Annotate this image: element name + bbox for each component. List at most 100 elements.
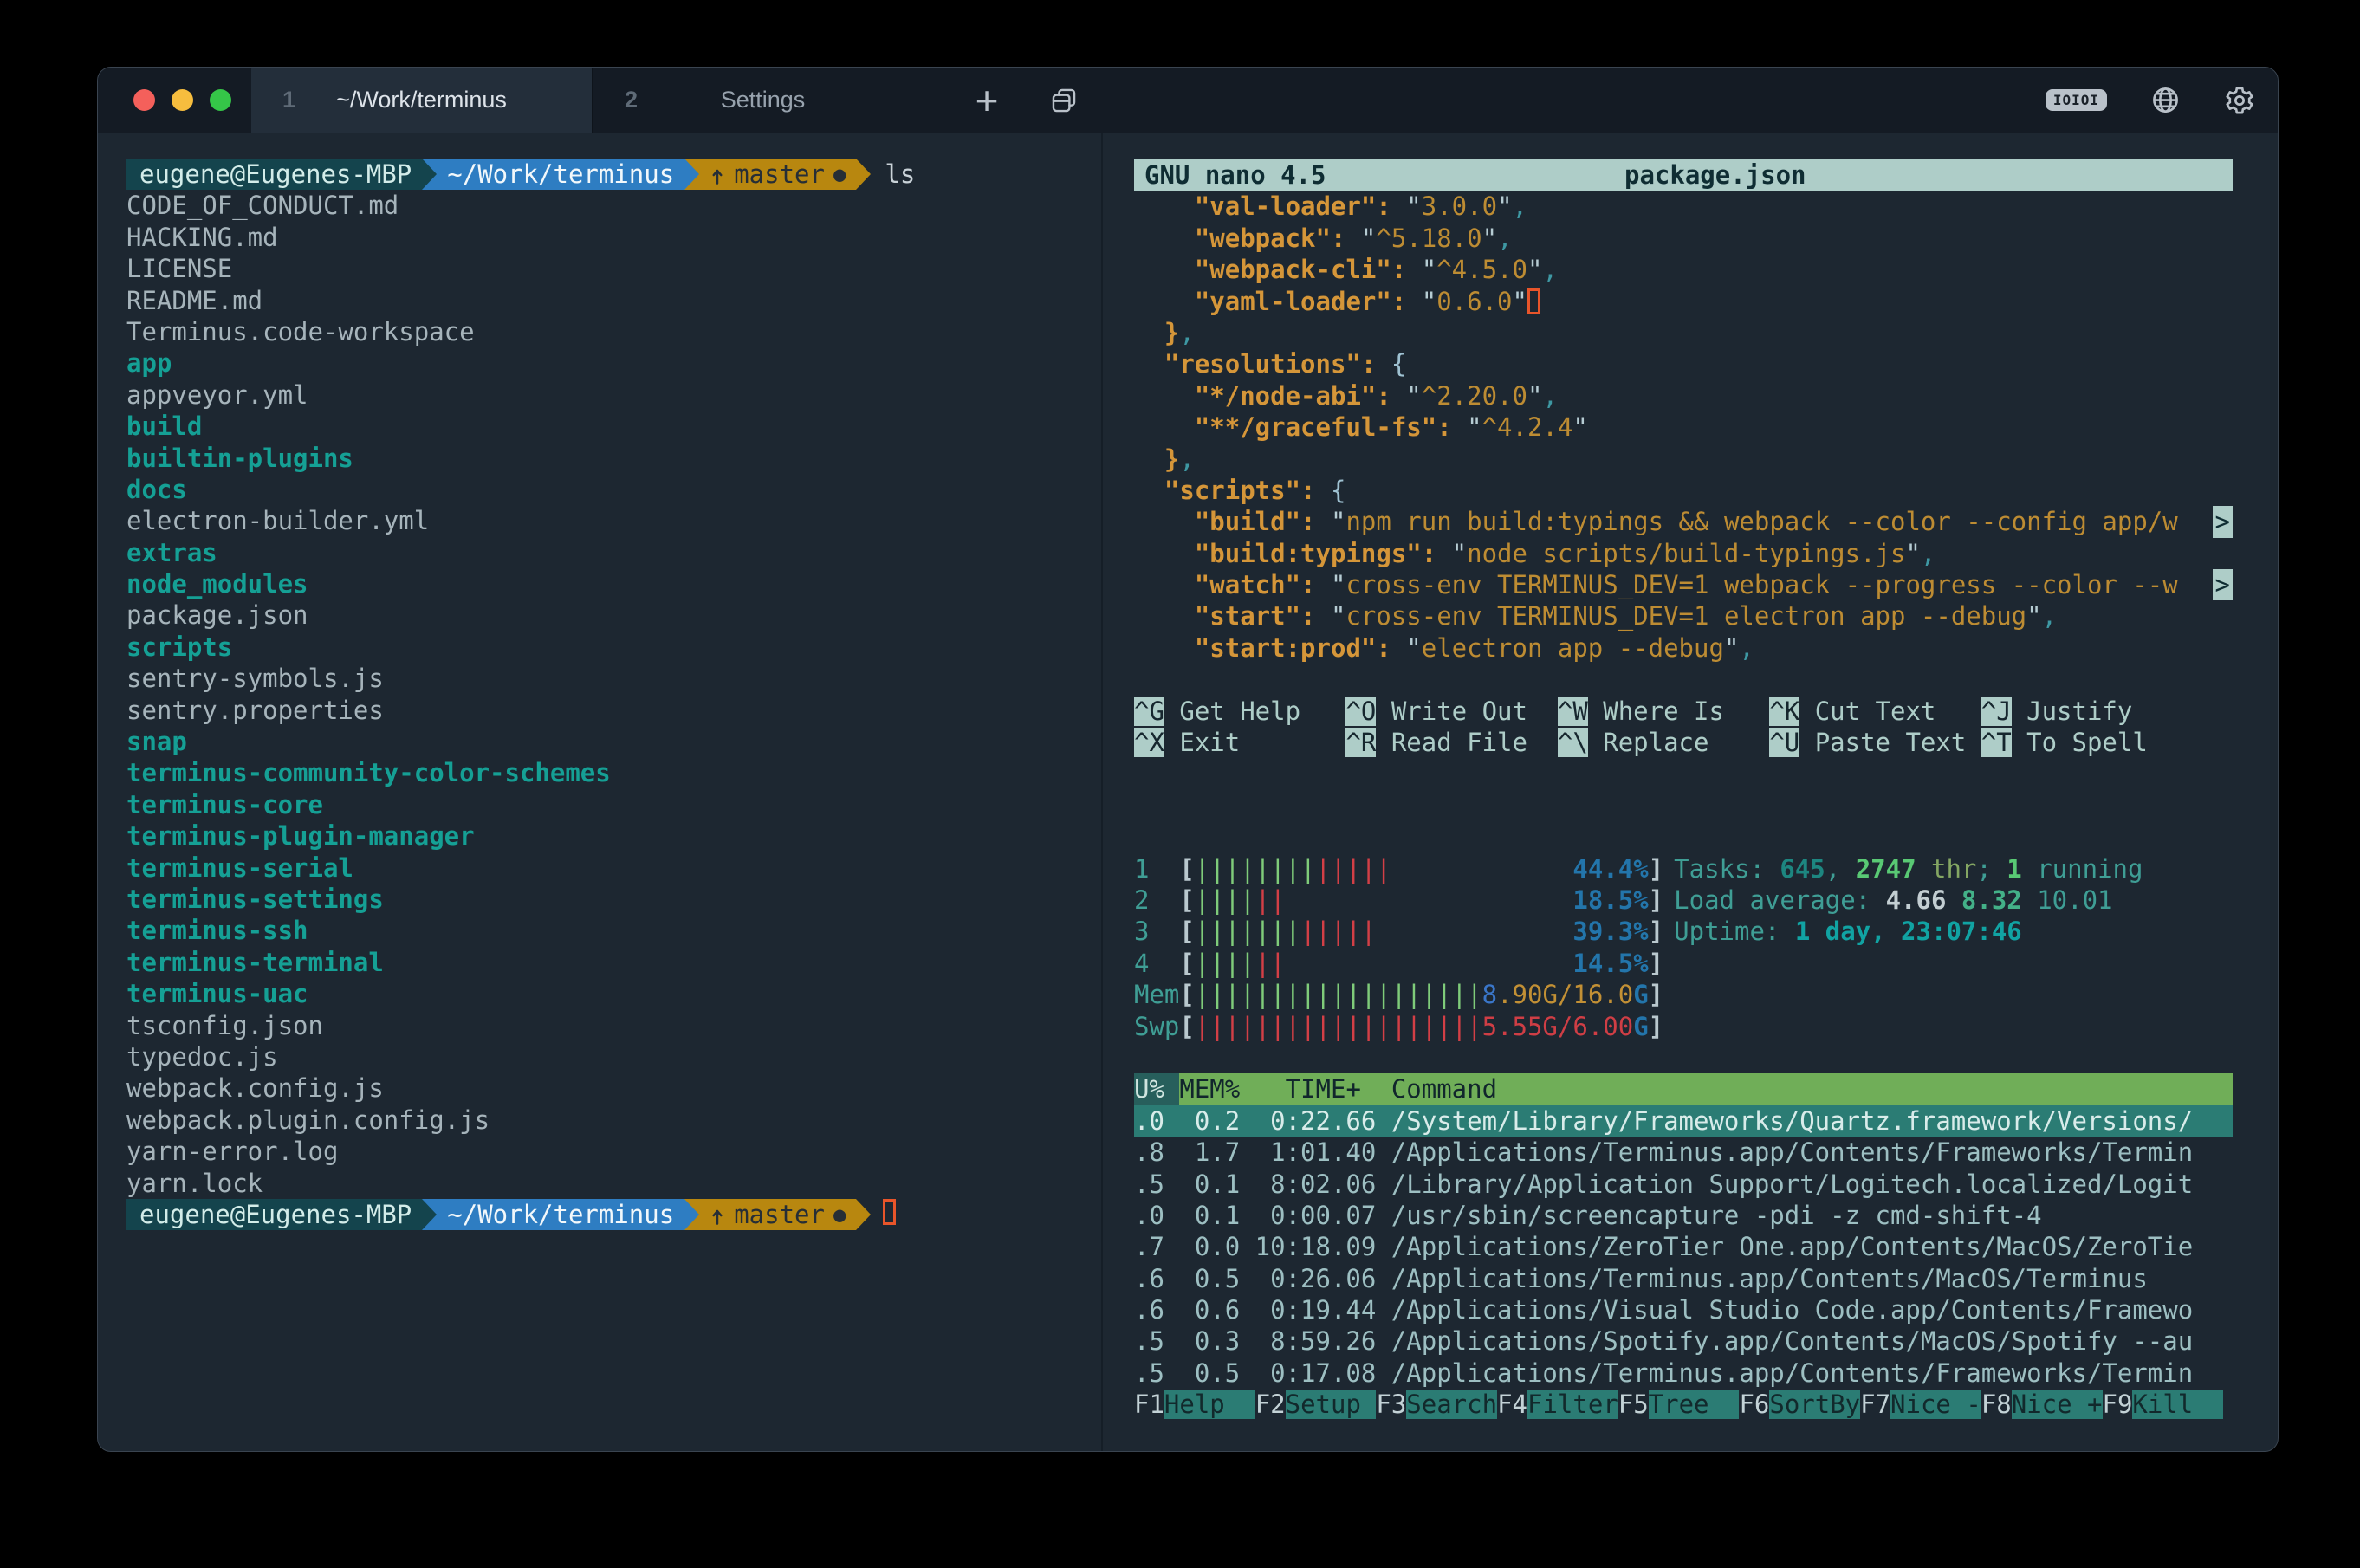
nano-code-line: }, bbox=[1134, 444, 2233, 475]
file-name: Terminus.code-workspace bbox=[126, 317, 475, 347]
nano-cursor bbox=[1527, 288, 1540, 314]
nano-code-line: "yaml-loader": "0.6.0" bbox=[1134, 286, 2233, 317]
fkey-action[interactable]: Help bbox=[1164, 1390, 1255, 1419]
fkey-action[interactable]: Setup bbox=[1286, 1390, 1377, 1419]
directory-name: snap bbox=[126, 727, 187, 756]
powerline-arrow-icon bbox=[422, 1199, 437, 1230]
fkey-number[interactable]: F1 bbox=[1134, 1390, 1164, 1419]
text-span: } bbox=[1134, 444, 1179, 474]
ls-entry: typedoc.js bbox=[126, 1041, 1101, 1072]
process-table-header[interactable]: U% MEM% TIME+ Command bbox=[1134, 1073, 2233, 1105]
fkey-number[interactable]: F6 bbox=[1739, 1390, 1769, 1419]
meter-label: 2 bbox=[1134, 885, 1179, 915]
swap-meter: Swp[|||||||||||||||||||5.55G/6.00G] bbox=[1134, 1011, 1663, 1042]
text-span: , bbox=[1825, 854, 1856, 884]
directory-name: builtin-plugins bbox=[126, 444, 353, 473]
directory-name: terminus-plugin-manager bbox=[126, 821, 475, 851]
prompt-path: ~/Work/terminus bbox=[437, 159, 684, 190]
shortcut-label: Exit bbox=[1164, 728, 1346, 757]
nano-shortcut-row: ^X Exit ^R Read File ^\ Replace ^U Paste… bbox=[1134, 727, 2233, 758]
text-span bbox=[1134, 255, 1195, 284]
process-row[interactable]: .7 0.0 10:18.09 /Applications/ZeroTier O… bbox=[1134, 1231, 2233, 1262]
fkey-number[interactable]: F7 bbox=[1860, 1390, 1890, 1419]
terminal-pane-right[interactable]: GNU nano 4.5package.json "val-loader": "… bbox=[1101, 133, 2278, 1451]
fkey-action[interactable]: Filter bbox=[1527, 1390, 1618, 1419]
text-span: ^5.18.0 bbox=[1376, 224, 1481, 253]
fkey-action[interactable]: Kill bbox=[2132, 1390, 2223, 1419]
tab-settings[interactable]: 2 Settings bbox=[592, 68, 932, 133]
file-name: README.md bbox=[126, 286, 263, 315]
fkey-number[interactable]: F4 bbox=[1497, 1390, 1527, 1419]
text-span: electron app --debug bbox=[1422, 633, 1724, 663]
meter-bracket: ] bbox=[1649, 885, 1663, 915]
shortcut-label: Where Is bbox=[1588, 697, 1770, 726]
text-span: " bbox=[1331, 507, 1345, 536]
fkey-action[interactable]: Nice + bbox=[2012, 1390, 2103, 1419]
cpu-meter-4: 4 [|||||| 14.5%] bbox=[1134, 948, 1663, 979]
tab-work-terminus[interactable]: 1 ~/Work/terminus bbox=[251, 68, 592, 133]
minimize-window-button[interactable] bbox=[172, 89, 193, 111]
settings-gear-icon[interactable] bbox=[2224, 85, 2255, 116]
text-span: 4.66 bbox=[1886, 885, 1961, 915]
fkey-action[interactable]: Nice - bbox=[1890, 1390, 1981, 1419]
duplicate-window-icon[interactable] bbox=[1044, 68, 1084, 133]
text-span: 645 bbox=[1780, 854, 1825, 884]
file-name: yarn-error.log bbox=[126, 1137, 338, 1166]
process-row[interactable]: .0 0.1 0:00.07 /usr/sbin/screencapture -… bbox=[1134, 1200, 2233, 1231]
process-row[interactable]: .6 0.6 0:19.44 /Applications/Visual Stud… bbox=[1134, 1294, 2233, 1325]
text-span: "build": bbox=[1195, 507, 1331, 536]
ls-entry: Terminus.code-workspace bbox=[126, 316, 1101, 347]
close-window-button[interactable] bbox=[133, 89, 155, 111]
terminal-pane-left[interactable]: eugene@Eugenes-MBP ~/Work/terminus maste… bbox=[98, 133, 1101, 1451]
serial-console-icon[interactable]: IOIOI bbox=[2046, 89, 2107, 111]
fkey-action[interactable]: SortBy bbox=[1769, 1390, 1860, 1419]
htop-meters: 1 [||||||||||||| 44.4%]2 [|||||| 18.5%]3… bbox=[1134, 853, 1663, 1042]
shortcut-key: ^R bbox=[1345, 728, 1376, 757]
fkey-number[interactable]: F3 bbox=[1376, 1390, 1406, 1419]
nano-code-line: "val-loader": "3.0.0", bbox=[1134, 191, 2233, 222]
file-name: tsconfig.json bbox=[126, 1011, 323, 1040]
nano-code-line: "*/node-abi": "^2.20.0", bbox=[1134, 380, 2233, 411]
fkey-number[interactable]: F5 bbox=[1618, 1390, 1649, 1419]
fkey-action[interactable]: Tree bbox=[1649, 1390, 1740, 1419]
nano-shortcut-bar: ^G Get Help ^O Write Out ^W Where Is ^K … bbox=[1134, 696, 2233, 759]
globe-icon[interactable] bbox=[2150, 85, 2181, 115]
process-row[interactable]: .5 0.5 0:17.08 /Applications/Terminus.ap… bbox=[1134, 1357, 2233, 1389]
ls-entry: terminus-core bbox=[126, 789, 1101, 820]
text-span: ^2.20.0 bbox=[1422, 381, 1527, 411]
shortcut-key: ^K bbox=[1769, 697, 1799, 726]
nano-title-bar: GNU nano 4.5package.json bbox=[1134, 159, 2233, 191]
text-span bbox=[1134, 601, 1195, 631]
directory-name: terminus-ssh bbox=[126, 916, 308, 945]
ls-entry: docs bbox=[126, 474, 1101, 505]
fkey-number[interactable]: F8 bbox=[1981, 1390, 2012, 1419]
shortcut-label: Cut Text bbox=[1799, 697, 1981, 726]
nano-code-line: "start:prod": "electron app --debug", bbox=[1134, 632, 2233, 664]
process-row[interactable]: .8 1.7 1:01.40 /Applications/Terminus.ap… bbox=[1134, 1137, 2233, 1168]
powerline-arrow-icon bbox=[684, 1199, 699, 1230]
line-overflow-marker: > bbox=[2213, 569, 2233, 600]
ls-entry: terminus-settings bbox=[126, 884, 1101, 915]
process-row-selected[interactable]: .0 0.2 0:22.66 /System/Library/Framework… bbox=[1134, 1105, 2233, 1137]
fkey-number[interactable]: F2 bbox=[1255, 1390, 1286, 1419]
process-row[interactable]: .5 0.3 8:59.26 /Applications/Spotify.app… bbox=[1134, 1325, 2233, 1357]
new-tab-button[interactable]: + bbox=[968, 68, 1006, 133]
text-span: "webpack": bbox=[1195, 224, 1361, 253]
text-span: " bbox=[1497, 191, 1512, 221]
text-span: { bbox=[1331, 476, 1345, 505]
directory-name: extras bbox=[126, 538, 217, 567]
typed-command: ls bbox=[885, 159, 915, 190]
file-name: webpack.config.js bbox=[126, 1073, 384, 1103]
process-row[interactable]: .6 0.5 0:26.06 /Applications/Terminus.ap… bbox=[1134, 1263, 2233, 1294]
load-average-line: Load average: 4.66 8.32 10.01 bbox=[1674, 884, 2143, 916]
meter-label: Mem bbox=[1134, 980, 1179, 1009]
text-span: running bbox=[2022, 854, 2143, 884]
maximize-window-button[interactable] bbox=[210, 89, 231, 111]
fkey-action[interactable]: Search bbox=[1406, 1390, 1497, 1419]
tasks-line: Tasks: 645, 2747 thr; 1 running bbox=[1674, 853, 2143, 884]
process-row[interactable]: .5 0.1 8:02.06 /Library/Application Supp… bbox=[1134, 1169, 2233, 1200]
column-headers[interactable]: MEM% TIME+ Command bbox=[1179, 1073, 2233, 1105]
column-header-cpu[interactable]: U% bbox=[1134, 1073, 1179, 1105]
fkey-number[interactable]: F9 bbox=[2103, 1390, 2133, 1419]
text-span: " bbox=[1527, 255, 1542, 284]
